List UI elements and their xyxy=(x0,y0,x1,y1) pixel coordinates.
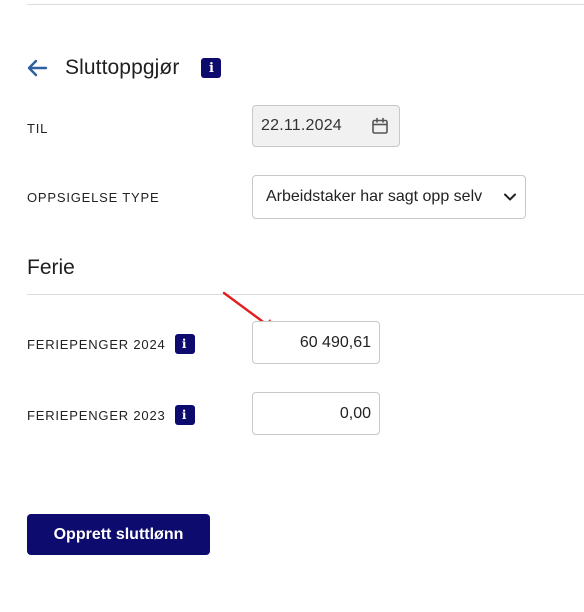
til-date-input[interactable]: 22.11.2024 xyxy=(252,105,400,147)
oppsigelse-type-label-text: OPPSIGELSE TYPE xyxy=(27,189,160,205)
info-icon[interactable]: i xyxy=(174,405,195,425)
opprett-sluttlonn-button[interactable]: Opprett sluttlønn xyxy=(27,514,210,555)
page-title: Sluttoppgjør xyxy=(65,56,180,79)
section-divider xyxy=(27,294,584,295)
feriepenger-2023-value: 0,00 xyxy=(339,404,371,422)
back-button[interactable] xyxy=(26,58,48,78)
page-header: Sluttoppgjør i xyxy=(26,52,222,84)
info-icon[interactable]: i xyxy=(201,58,222,78)
top-divider xyxy=(27,4,584,5)
til-date-value: 22.11.2024 xyxy=(261,117,342,134)
arrow-left-icon xyxy=(27,59,48,77)
feriepenger-2024-label: FERIEPENGER 2024 i xyxy=(27,334,195,354)
oppsigelse-type-label: OPPSIGELSE TYPE xyxy=(27,187,159,207)
feriepenger-2024-input[interactable]: 60 490,61 xyxy=(252,321,380,364)
feriepenger-2023-label: FERIEPENGER 2023 i xyxy=(27,405,195,425)
ferie-section-title: Ferie xyxy=(27,256,75,279)
feriepenger-2024-value: 60 490,61 xyxy=(299,333,371,351)
feriepenger-2024-label-text: FERIEPENGER 2024 xyxy=(27,336,166,352)
oppsigelse-type-select[interactable]: Arbeidstaker har sagt opp selv xyxy=(252,175,526,219)
til-label: TIL xyxy=(27,118,48,138)
feriepenger-2023-label-text: FERIEPENGER 2023 xyxy=(27,407,166,423)
calendar-icon[interactable] xyxy=(371,117,389,135)
feriepenger-2023-input[interactable]: 0,00 xyxy=(252,392,380,435)
chevron-down-icon xyxy=(504,193,516,201)
til-label-text: TIL xyxy=(27,120,49,136)
info-icon[interactable]: i xyxy=(174,334,195,354)
oppsigelse-type-value: Arbeidstaker har sagt opp selv xyxy=(266,188,483,205)
